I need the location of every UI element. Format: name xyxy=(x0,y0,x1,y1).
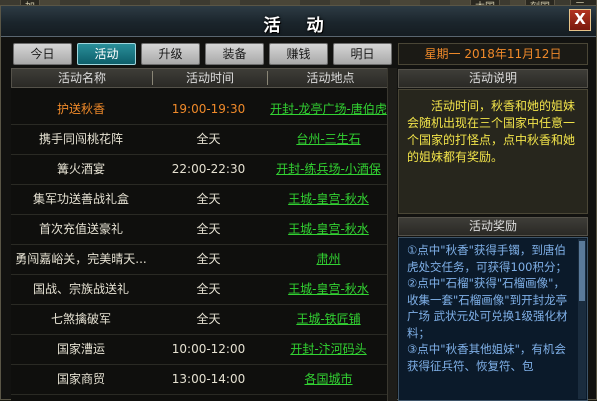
activity-name: 勇闯嘉峪关，完美晴天... xyxy=(15,252,147,266)
column-header-time: 活动时间 xyxy=(185,71,234,85)
activity-row[interactable]: 携手同闯桃花阵 全天 台州-三生石 xyxy=(11,125,397,155)
tab-equipment[interactable]: 装备 xyxy=(205,43,264,65)
rewards-scroll-thumb[interactable] xyxy=(579,241,585,301)
activity-location-link[interactable]: 王城-铁匠铺 xyxy=(266,305,391,334)
activity-time: 全天 xyxy=(196,282,221,296)
activity-name: 集军功送善战礼盒 xyxy=(32,192,129,206)
activity-time: 全天 xyxy=(196,132,221,146)
activity-name: 国家漕运 xyxy=(56,342,105,356)
activity-location-link[interactable]: 开封-练兵场-小酒保 xyxy=(266,155,391,184)
tab-level-up[interactable]: 升级 xyxy=(141,43,200,65)
activity-time: 22:00-22:30 xyxy=(171,162,246,176)
rewards-title: 活动奖励 xyxy=(398,217,588,236)
activity-name: 篝火酒宴 xyxy=(56,162,105,176)
activity-window: 活 动 X 今日 活动 升级 装备 赚钱 明日 星期一 2018年11月12日 … xyxy=(0,5,597,401)
column-header-name: 活动名称 xyxy=(57,71,106,85)
reward-item: ③点中"秋香其他姐妹"，有机会获得征兵符、恢复符、包 xyxy=(407,342,566,373)
activity-row[interactable]: 护送秋香 19:00-19:30 开封-龙亭广场-唐伯虎 xyxy=(11,95,397,125)
activity-row[interactable]: 国家商贸 13:00-14:00 各国城市 xyxy=(11,365,397,395)
reward-item: ①点中"秋香"获得手镯，到唐伯虎处交任务，可获得100积分； xyxy=(407,243,567,274)
activity-location-link[interactable]: 王城-皇宫-秋水 xyxy=(266,275,391,304)
activity-location-link[interactable]: 王城-皇宫-秋水 xyxy=(266,215,391,244)
column-header-location: 活动地点 xyxy=(306,71,355,85)
activity-location-link[interactable]: 王城-皇宫-秋水 xyxy=(266,185,391,214)
activity-name: 七煞擒破军 xyxy=(50,312,111,326)
activity-time: 19:00-19:30 xyxy=(171,102,246,116)
activity-time: 全天 xyxy=(196,252,221,266)
list-scrollbar[interactable] xyxy=(387,68,397,401)
activity-row[interactable]: 七煞擒破军 全天 王城-铁匠铺 xyxy=(11,305,397,335)
activity-time: 全天 xyxy=(196,222,221,236)
description-text: 活动时间，秋香和她的姐妹会随机出现在三个国家中任意一个国家的打怪点，点中秋香和她… xyxy=(398,89,588,214)
list-header: 活动名称 活动时间 活动地点 xyxy=(11,68,397,88)
activity-name: 首次充值送豪礼 xyxy=(38,222,123,236)
activity-time: 10:00-12:00 xyxy=(171,342,246,356)
activity-row[interactable]: 勇闯嘉峪关，完美晴天... 全天 肃州 xyxy=(11,245,397,275)
window-titlebar[interactable]: 活 动 X xyxy=(1,6,596,37)
activity-name: 国家商贸 xyxy=(56,372,105,386)
activity-location-link[interactable]: 开封-汴河码头 xyxy=(266,335,391,364)
activity-row[interactable]: 篝火酒宴 22:00-22:30 开封-练兵场-小酒保 xyxy=(11,155,397,185)
activity-name: 护送秋香 xyxy=(56,102,105,116)
rewards-scrollbar[interactable] xyxy=(578,239,586,399)
activity-name: 国战、宗族战送礼 xyxy=(32,282,129,296)
description-title: 活动说明 xyxy=(398,69,588,88)
activity-location-link[interactable]: 台州-三生石 xyxy=(266,125,391,154)
activity-list: 活动名称 活动时间 活动地点 护送秋香 19:00-19:30 开封-龙亭广场-… xyxy=(11,68,397,401)
activity-location-link[interactable]: 开封-龙亭广场-唐伯虎 xyxy=(266,95,391,124)
activity-row[interactable]: 首次充值送豪礼 全天 王城-皇宫-秋水 xyxy=(11,215,397,245)
reward-item: ②点中"石榴"获得"石榴画像"，收集一套"石榴画像"到开封龙亭广场 武状元处可兑… xyxy=(407,276,568,340)
tab-activity[interactable]: 活动 xyxy=(77,43,136,65)
window-title: 活 动 xyxy=(263,16,334,36)
date-display: 星期一 2018年11月12日 xyxy=(398,43,588,65)
tab-earn-money[interactable]: 赚钱 xyxy=(269,43,328,65)
activity-time: 13:00-14:00 xyxy=(171,372,246,386)
activity-row[interactable]: 集军功送善战礼盒 全天 王城-皇宫-秋水 xyxy=(11,185,397,215)
activity-time: 全天 xyxy=(196,312,221,326)
activity-name: 携手同闯桃花阵 xyxy=(38,132,123,146)
activity-row[interactable]: 国家漕运 10:00-12:00 开封-汴河码头 xyxy=(11,335,397,365)
activity-location-link[interactable]: 各国城市 xyxy=(266,365,391,394)
tab-tomorrow[interactable]: 明日 xyxy=(333,43,392,65)
rewards-panel: ①点中"秋香"获得手镯，到唐伯虎处交任务，可获得100积分； ②点中"石榴"获得… xyxy=(398,237,588,401)
close-button[interactable]: X xyxy=(569,9,591,31)
tab-today[interactable]: 今日 xyxy=(13,43,72,65)
activity-time: 全天 xyxy=(196,192,221,206)
activity-row[interactable]: 国战、宗族战送礼 全天 王城-皇宫-秋水 xyxy=(11,275,397,305)
activity-location-link[interactable]: 肃州 xyxy=(266,245,391,274)
